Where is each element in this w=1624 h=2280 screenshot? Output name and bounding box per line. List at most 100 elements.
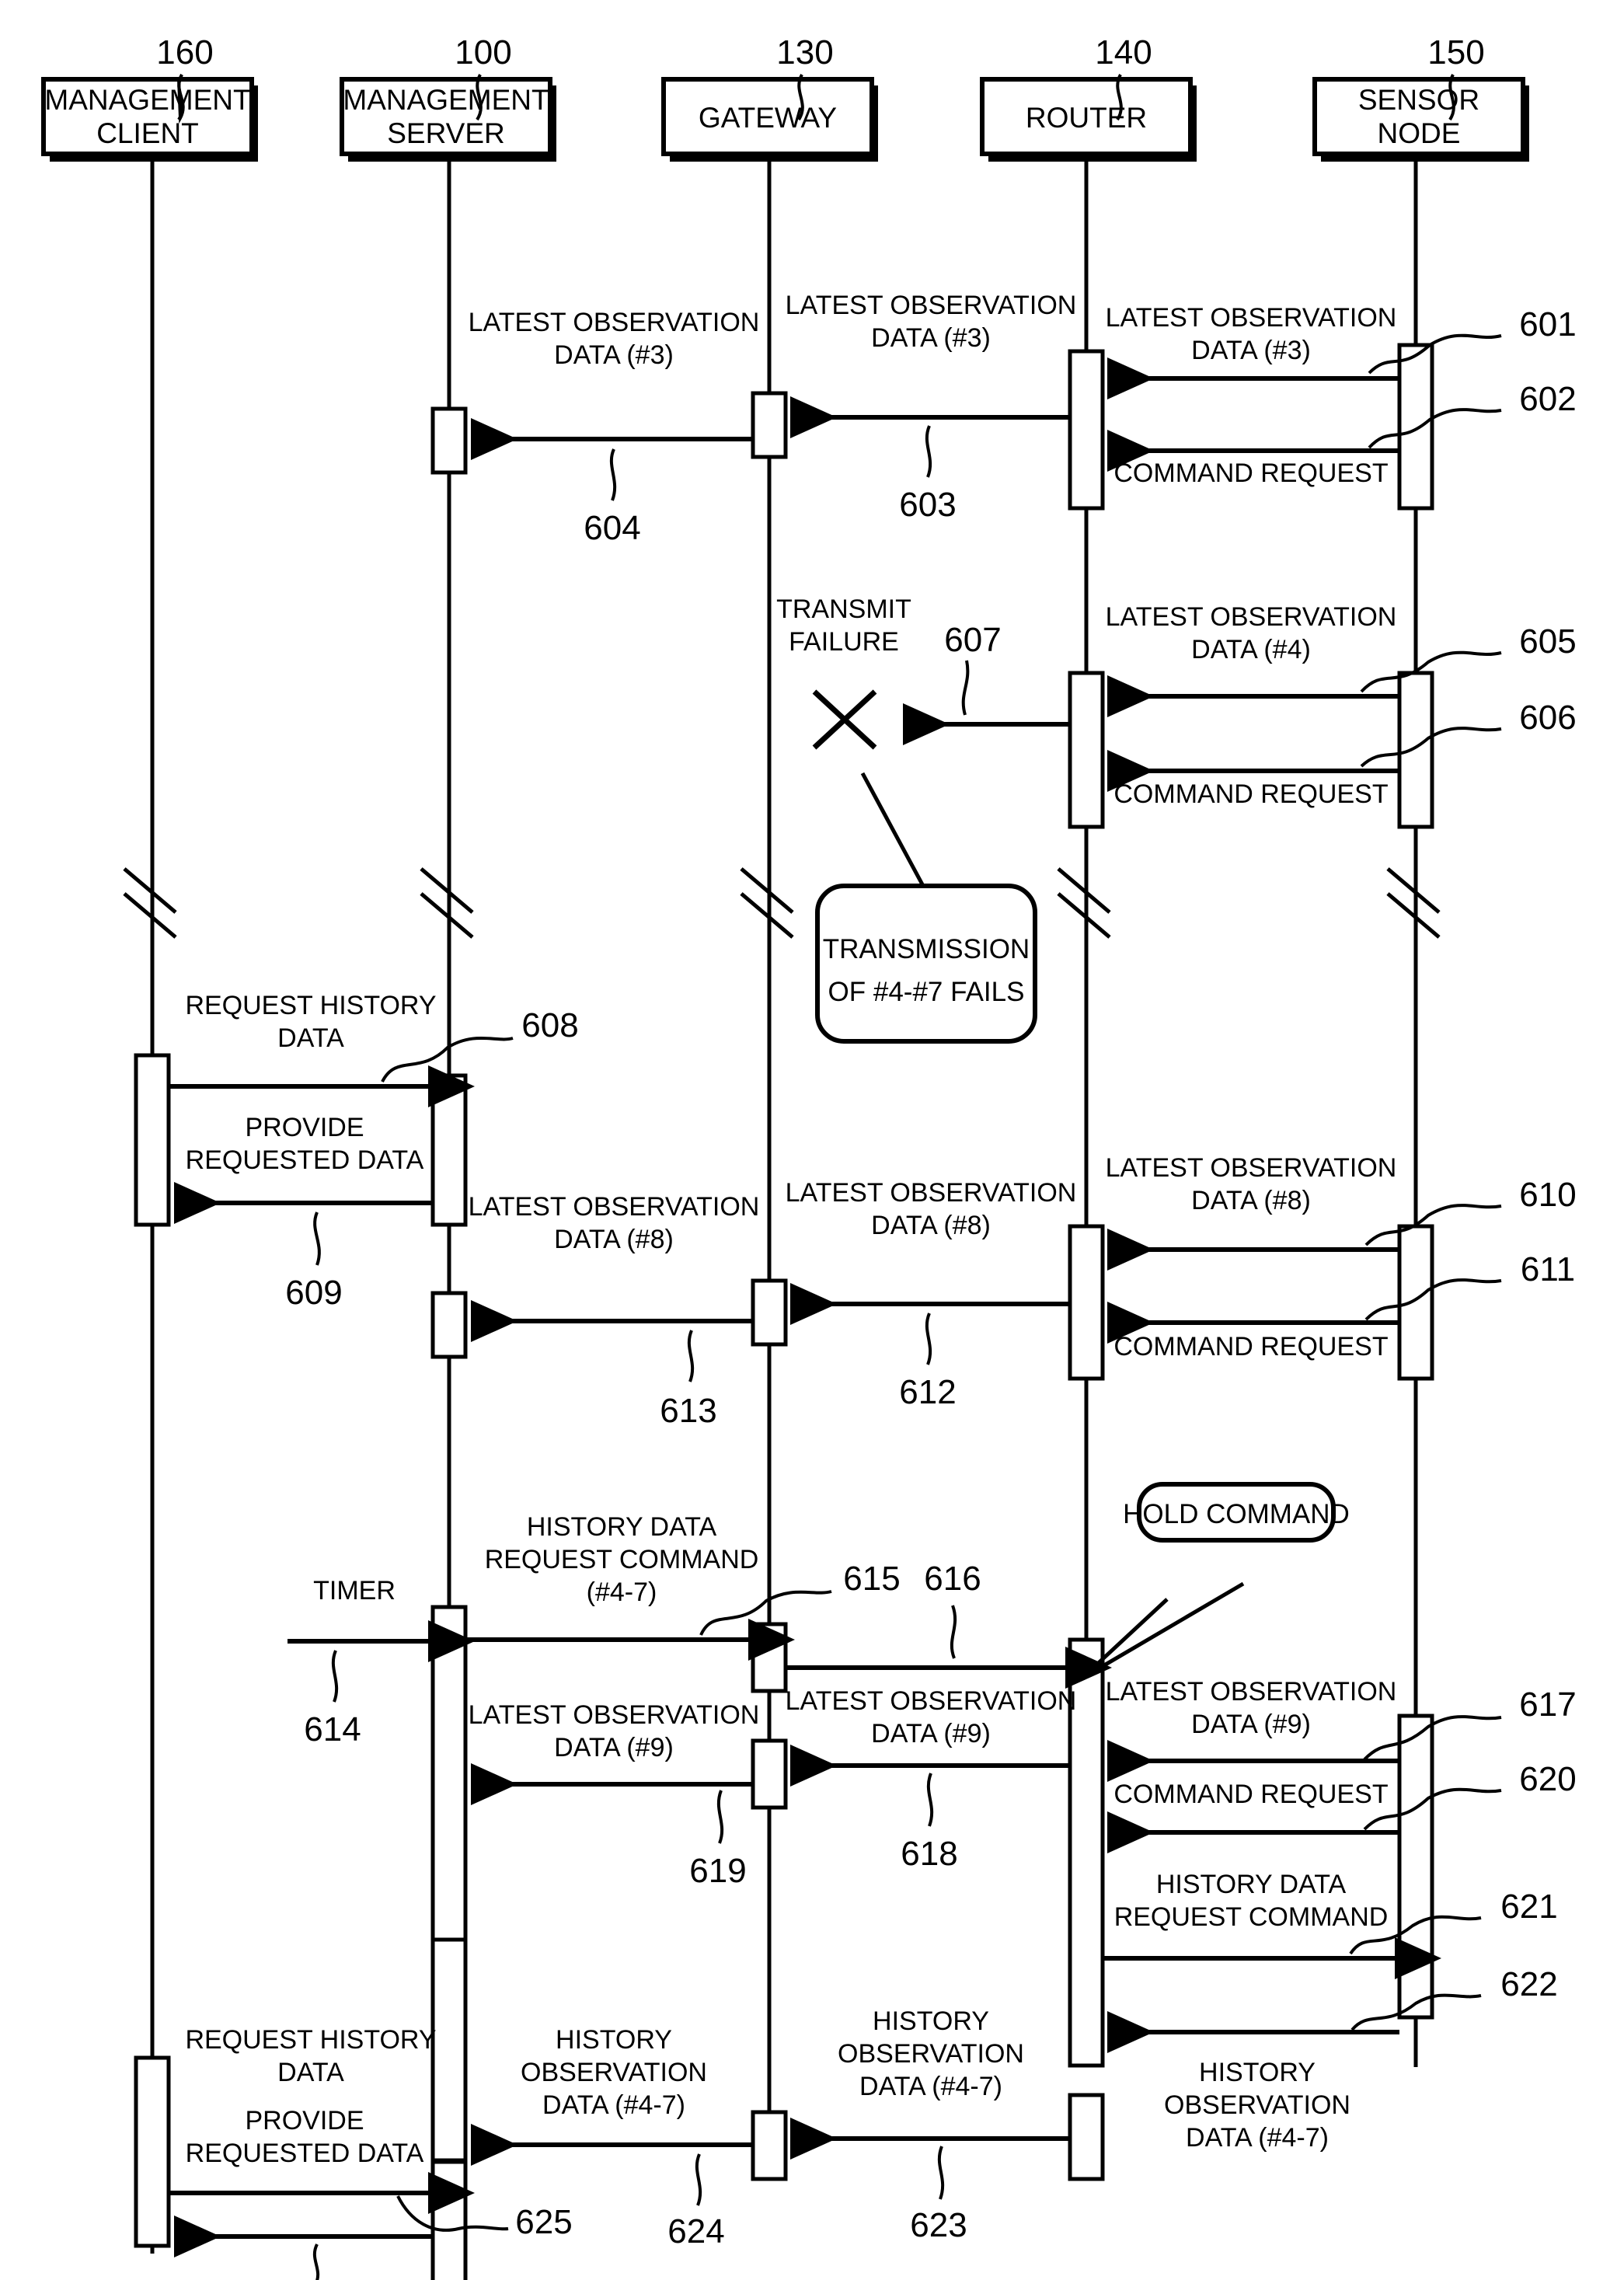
message-619-label-line1: LATEST OBSERVATION (469, 1700, 760, 1730)
message-620: COMMAND REQUEST 620 (1107, 1760, 1577, 1853)
actor-label-line1: GATEWAY (699, 102, 837, 134)
ref-numeral-612: 612 (899, 1373, 956, 1411)
actor-management-server[interactable]: MANAGEMENT SERVER (340, 77, 556, 162)
ref-numeral-605: 605 (1519, 622, 1576, 661)
ref-numeral-613: 613 (660, 1392, 716, 1430)
message-613-label-line1: LATEST OBSERVATION (469, 1192, 760, 1222)
message-617-label-line1: LATEST OBSERVATION (1106, 1677, 1397, 1707)
activation-bar-server-624 (430, 1937, 468, 2163)
activation-bar-router-601 (1068, 349, 1105, 511)
timer-label: TIMER (313, 1576, 396, 1605)
message-617-label-line2: DATA (#9) (1191, 1710, 1311, 1739)
ref-numeral-606: 606 (1519, 699, 1576, 737)
message-622-label-line2: OBSERVATION (1164, 2090, 1350, 2120)
message-623-label-line2: OBSERVATION (838, 2039, 1024, 2069)
ref-numeral-100: 100 (455, 33, 511, 71)
actor-label-line2: SERVER (387, 117, 505, 149)
message-601-label-line2: DATA (#3) (1191, 336, 1311, 365)
message-618-label-line1: LATEST OBSERVATION (786, 1686, 1077, 1716)
message-611: COMMAND REQUEST 611 (1107, 1250, 1575, 1361)
actor-gateway[interactable]: GATEWAY (661, 77, 878, 162)
message-613: LATEST OBSERVATION DATA (#8) 613 (469, 1192, 760, 1430)
message-601-label-line1: LATEST OBSERVATION (1106, 303, 1397, 333)
actor-router[interactable]: ROUTER (980, 77, 1197, 162)
break-mark-router (1057, 867, 1111, 939)
ref-numeral-621: 621 (1500, 1888, 1557, 1926)
message-603: LATEST OBSERVATION DATA (#3) 603 (786, 291, 1077, 524)
sequence-diagram: MANAGEMENT CLIENT MANAGEMENT SERVER GATE… (41, 33, 1577, 2280)
break-mark-client (123, 867, 177, 939)
actor-label-line1: ROUTER (1026, 102, 1147, 134)
message-620-label-line1: COMMAND REQUEST (1113, 1780, 1388, 1809)
activation-bar-client-608 (134, 1053, 171, 1227)
message-607-transmit-failure: TRANSMIT FAILURE 607 (776, 594, 1070, 750)
leader-609 (313, 1211, 321, 1266)
ref-numeral-615: 615 (843, 1560, 900, 1598)
ref-numeral-624: 624 (667, 2212, 724, 2250)
ref-numeral-607: 607 (944, 621, 1001, 659)
actor-label-line1: MANAGEMENT (44, 84, 250, 116)
message-602: COMMAND REQUEST 602 (1107, 380, 1577, 488)
leader-612 (925, 1313, 932, 1365)
message-606: COMMAND REQUEST 606 (1107, 699, 1577, 809)
activation-bar-router-605 (1068, 671, 1105, 829)
leader-604 (609, 448, 617, 501)
actor-management-client[interactable]: MANAGEMENT CLIENT (41, 77, 258, 162)
message-610: LATEST OBSERVATION DATA (#8) 610 (1106, 1153, 1577, 1271)
message-610-label-line2: DATA (#8) (1191, 1186, 1311, 1215)
ref-numeral-614: 614 (304, 1710, 361, 1748)
activation-bar-sensor-605 (1397, 671, 1434, 829)
message-623: HISTORY OBSERVATION DATA (#4-7) 623 (751, 2006, 1070, 2244)
leader-623 (937, 2146, 945, 2200)
message-608-label-line1: REQUEST HISTORY (185, 991, 436, 1020)
ref-numeral-609: 609 (285, 1274, 342, 1312)
ref-numeral-622: 622 (1500, 1965, 1557, 2003)
ref-numeral-150: 150 (1427, 33, 1484, 71)
activation-bar-sensor-610 (1397, 1224, 1434, 1381)
message-606-label-line1: COMMAND REQUEST (1113, 779, 1388, 809)
ref-numeral-610: 610 (1519, 1176, 1576, 1214)
message-616: 616 (786, 1560, 1112, 1689)
message-619-label-line2: DATA (#9) (554, 1733, 674, 1762)
ref-numeral-616: 616 (924, 1560, 981, 1598)
activation-bar-gateway-612 (751, 1278, 788, 1347)
activation-bar-gateway-624 (751, 2110, 788, 2181)
ref-numeral-604: 604 (584, 509, 640, 547)
message-604-label-line1: LATEST OBSERVATION (469, 308, 760, 337)
ref-numeral-601: 601 (1519, 305, 1576, 343)
activation-bar-router-610 (1068, 1224, 1105, 1381)
activation-bars-group-625 (134, 2055, 468, 2280)
activation-bar-server-608 (430, 1073, 468, 1227)
failure-x-icon (812, 689, 877, 750)
ref-numeral-608: 608 (521, 1006, 578, 1044)
ref-numeral-620: 620 (1519, 1760, 1576, 1798)
message-626-label-line2: REQUESTED DATA (186, 2139, 424, 2168)
message-612-label-line2: DATA (#8) (871, 1211, 991, 1240)
callout-hold-command-text: HOLD COMMAND (1123, 1499, 1350, 1529)
actor-sensor-node[interactable]: SENSOR NODE (1312, 77, 1529, 162)
message-621-label-line1: HISTORY DATA (1156, 1870, 1347, 1899)
activation-bar-client-625 (134, 2055, 171, 2248)
actor-label-line1: SENSOR (1358, 84, 1479, 116)
message-609: PROVIDE REQUESTED DATA 609 (174, 1113, 433, 1312)
message-610-label-line1: LATEST OBSERVATION (1106, 1153, 1397, 1183)
message-619: LATEST OBSERVATION DATA (#9) 619 (469, 1700, 760, 1890)
message-615-label-line3: (#4-7) (587, 1578, 657, 1607)
leader-624 (695, 2153, 702, 2206)
message-622: HISTORY OBSERVATION DATA (#4-7) 622 (1068, 1965, 1558, 2181)
ref-numeral-617: 617 (1519, 1686, 1576, 1724)
message-622-label-line1: HISTORY (1199, 2058, 1316, 2087)
ref-numeral-619: 619 (689, 1852, 746, 1890)
break-mark-server (420, 867, 474, 939)
message-625-label-line1: REQUEST HISTORY (185, 2025, 436, 2055)
leader-613 (687, 1330, 695, 1382)
message-611-label-line1: COMMAND REQUEST (1113, 1332, 1388, 1361)
leader-619 (716, 1790, 724, 1844)
ref-numeral-603: 603 (899, 486, 956, 524)
message-617: LATEST OBSERVATION DATA (#9) 617 (1106, 1677, 1577, 1782)
actor-label-line2: NODE (1378, 117, 1461, 149)
message-608: REQUEST HISTORY DATA 608 (169, 991, 579, 1107)
actor-label-line1: MANAGEMENT (343, 84, 549, 116)
callout-transmission-line2: OF #4-#7 FAILS (828, 977, 1025, 1007)
break-mark-sensor (1386, 867, 1441, 939)
